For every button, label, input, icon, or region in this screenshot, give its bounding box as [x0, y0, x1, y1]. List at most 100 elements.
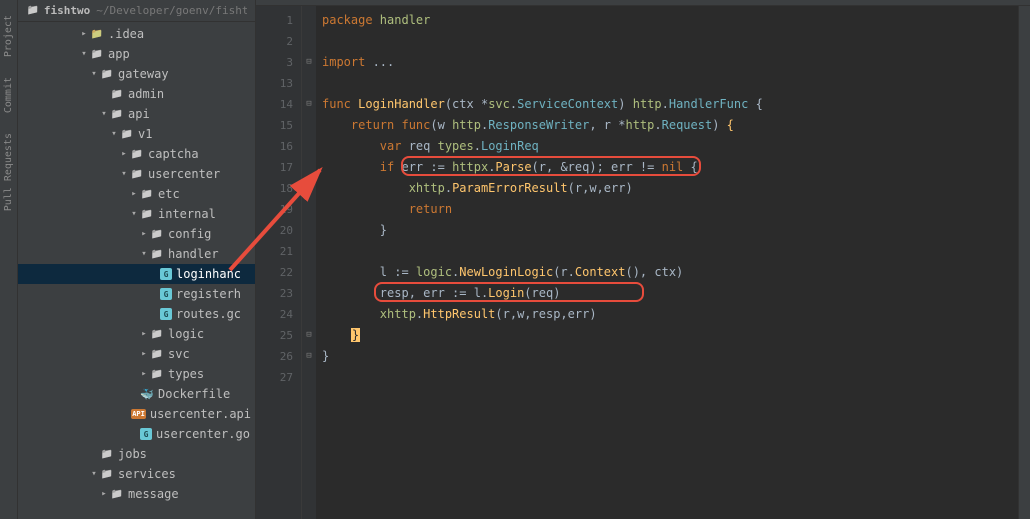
line-number[interactable]: 23	[256, 283, 293, 304]
chevron-icon[interactable]: ▾	[78, 49, 90, 59]
line-number[interactable]: 19	[256, 199, 293, 220]
line-number[interactable]: 3	[256, 52, 293, 73]
folder-icon	[90, 27, 104, 41]
tree-item-jobs[interactable]: jobs	[18, 444, 255, 464]
tree-item-config[interactable]: ▸config	[18, 224, 255, 244]
tool-rail-left[interactable]: Project Commit Pull Requests	[0, 0, 18, 519]
tree-item-app[interactable]: ▾app	[18, 44, 255, 64]
project-tree[interactable]: ▸.idea▾app▾gatewayadmin▾api▾v1▸captcha▾u…	[18, 22, 255, 519]
tree-item-message[interactable]: ▸message	[18, 484, 255, 504]
fold-marker	[302, 115, 316, 136]
tree-item-captcha[interactable]: ▸captcha	[18, 144, 255, 164]
chevron-icon[interactable]: ▸	[138, 329, 150, 339]
line-number[interactable]: 22	[256, 262, 293, 283]
tree-item--idea[interactable]: ▸ .idea	[18, 24, 255, 44]
tree-item-api[interactable]: ▾api	[18, 104, 255, 124]
tree-item-svc[interactable]: ▸svc	[18, 344, 255, 364]
line-number[interactable]: 14	[256, 94, 293, 115]
editor-right-rail[interactable]	[1018, 6, 1030, 519]
folder-icon	[90, 47, 104, 61]
line-number[interactable]: 17	[256, 157, 293, 178]
fold-marker	[302, 73, 316, 94]
tree-item-v1[interactable]: ▾ v1	[18, 124, 255, 144]
chevron-icon[interactable]: ▸	[128, 189, 140, 199]
chevron-icon[interactable]: ▾	[88, 469, 100, 479]
tree-item-label: jobs	[118, 447, 147, 461]
folder-icon	[130, 147, 144, 161]
rail-commit[interactable]: Commit	[3, 77, 14, 113]
chevron-icon[interactable]: ▾	[138, 249, 150, 259]
line-number[interactable]: 18	[256, 178, 293, 199]
fold-marker[interactable]: ⊟	[302, 346, 316, 367]
tree-item-services[interactable]: ▾ services	[18, 464, 255, 484]
tree-item-types[interactable]: ▸types	[18, 364, 255, 384]
tree-item-logic[interactable]: ▸logic	[18, 324, 255, 344]
folder-icon	[140, 207, 154, 221]
tree-item-usercenter-api[interactable]: APIusercenter.api	[18, 404, 255, 424]
fold-marker[interactable]: ⊟	[302, 325, 316, 346]
line-number[interactable]: 26	[256, 346, 293, 367]
tree-item-usercenter[interactable]: ▾ usercenter	[18, 164, 255, 184]
tree-item-registerh[interactable]: Gregisterh	[18, 284, 255, 304]
fold-marker	[302, 367, 316, 388]
folder-icon	[110, 87, 124, 101]
line-number[interactable]: 20	[256, 220, 293, 241]
line-number[interactable]: 15	[256, 115, 293, 136]
tree-item-etc[interactable]: ▸ etc	[18, 184, 255, 204]
folder-icon	[100, 467, 114, 481]
chevron-icon[interactable]: ▾	[118, 169, 130, 179]
tree-item-label: admin	[128, 87, 164, 101]
tree-item-label: services	[118, 467, 176, 481]
project-header[interactable]: fishtwo ~/Developer/goenv/fisht	[18, 0, 255, 22]
rail-project[interactable]: Project	[3, 15, 14, 57]
line-number[interactable]: 16	[256, 136, 293, 157]
tree-item-label: Dockerfile	[158, 387, 230, 401]
chevron-icon[interactable]: ▾	[108, 129, 120, 139]
tree-item-internal[interactable]: ▾internal	[18, 204, 255, 224]
line-number[interactable]: 25	[256, 325, 293, 346]
tree-item-admin[interactable]: admin	[18, 84, 255, 104]
folder-icon	[100, 67, 114, 81]
tree-item-label: usercenter	[148, 167, 220, 181]
fold-marker	[302, 283, 316, 304]
tree-item-loginhanc[interactable]: Gloginhanc	[18, 264, 255, 284]
folder-icon	[150, 367, 164, 381]
tree-item-routes-gc[interactable]: Groutes.gc	[18, 304, 255, 324]
project-name: fishtwo	[44, 4, 90, 17]
project-path: ~/Developer/goenv/fisht	[96, 4, 247, 17]
tree-item-dockerfile[interactable]: Dockerfile	[18, 384, 255, 404]
chevron-icon[interactable]: ▸	[138, 229, 150, 239]
tree-item-handler[interactable]: ▾ handler	[18, 244, 255, 264]
tree-item-label: .idea	[108, 27, 144, 41]
chevron-icon[interactable]: ▾	[98, 109, 110, 119]
chevron-icon[interactable]: ▸	[78, 29, 90, 39]
line-number[interactable]: 21	[256, 241, 293, 262]
chevron-icon[interactable]: ▸	[98, 489, 110, 499]
line-number[interactable]: 13	[256, 73, 293, 94]
chevron-icon[interactable]: ▾	[88, 69, 100, 79]
code-area[interactable]: package handler import ... func LoginHan…	[316, 6, 1018, 519]
fold-column[interactable]: ⊟⊟⊟⊟	[302, 6, 316, 519]
tree-item-label: etc	[158, 187, 180, 201]
line-number[interactable]: 24	[256, 304, 293, 325]
tree-item-gateway[interactable]: ▾gateway	[18, 64, 255, 84]
chevron-icon[interactable]: ▸	[138, 369, 150, 379]
docker-icon	[140, 387, 154, 401]
chevron-icon[interactable]: ▸	[118, 149, 130, 159]
folder-icon	[100, 447, 114, 461]
tree-item-usercenter-go[interactable]: Gusercenter.go	[18, 424, 255, 444]
line-number[interactable]: 1	[256, 10, 293, 31]
fold-marker[interactable]: ⊟	[302, 94, 316, 115]
folder-icon	[150, 227, 164, 241]
tree-item-label: v1	[138, 127, 152, 141]
line-number[interactable]: 27	[256, 367, 293, 388]
chevron-icon[interactable]: ▸	[138, 349, 150, 359]
gutter[interactable]: 123131415161718192021222324252627	[256, 6, 302, 519]
tree-item-label: handler	[168, 247, 219, 261]
fold-marker[interactable]: ⊟	[302, 52, 316, 73]
folder-icon	[130, 167, 144, 181]
rail-pr[interactable]: Pull Requests	[3, 133, 14, 211]
fold-marker	[302, 199, 316, 220]
chevron-icon[interactable]: ▾	[128, 209, 140, 219]
line-number[interactable]: 2	[256, 31, 293, 52]
